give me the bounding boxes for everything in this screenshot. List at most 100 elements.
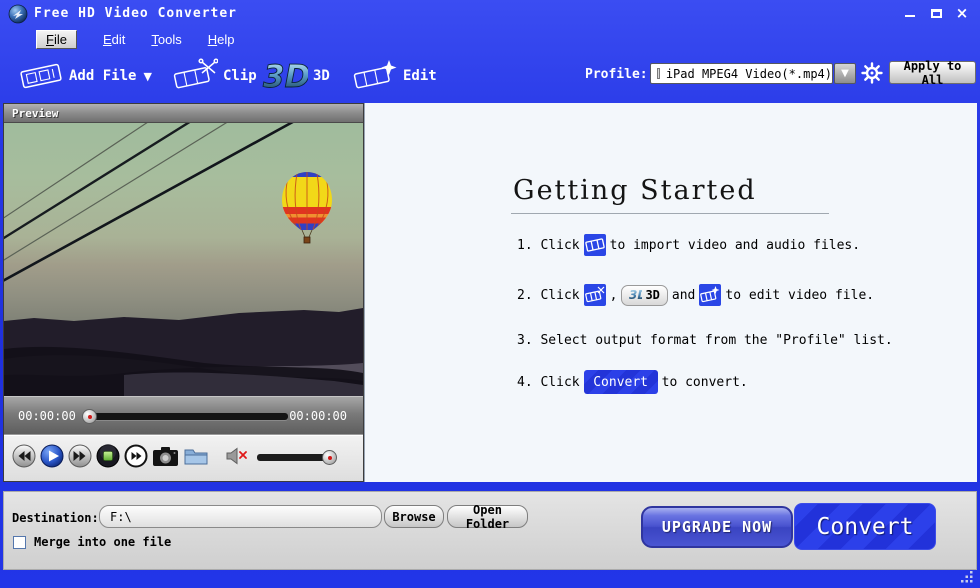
getting-started-panel: Getting Started 1. Click to import video… (364, 103, 977, 482)
seek-bar: 00:00:00 00:00:00 (4, 396, 363, 434)
menu-help[interactable]: Help (208, 32, 235, 47)
threed-logo-icon: 3D (262, 57, 308, 95)
app-logo-icon (8, 4, 28, 24)
minimize-button[interactable] (902, 6, 918, 20)
clip-scissors-icon (172, 58, 218, 94)
title-divider (511, 213, 829, 214)
fast-forward-button[interactable] (68, 444, 92, 468)
open-media-folder-button[interactable] (184, 444, 208, 468)
add-file-mini-button[interactable] (584, 234, 606, 256)
maximize-button[interactable] (928, 6, 944, 20)
video-preview-frame (4, 123, 363, 396)
convert-button[interactable]: Convert (794, 503, 936, 550)
title-bar: Free HD Video Converter × (0, 0, 980, 28)
step-4: 4. Click Convert to convert. (517, 370, 748, 394)
clip-mini-button[interactable] (584, 284, 606, 306)
merge-label: Merge into one file (34, 535, 171, 549)
gear-icon (863, 64, 882, 83)
step1-text-post: to import video and audio files. (610, 238, 860, 253)
menu-file[interactable]: File (36, 30, 77, 49)
edit-button[interactable]: Edit (352, 53, 437, 99)
clip-scissors-icon (584, 284, 606, 306)
snapshot-button[interactable] (152, 444, 179, 468)
profile-select[interactable]: iPad MPEG4 Video(*.mp4) (650, 63, 833, 84)
menu-edit[interactable]: Edit (103, 32, 125, 47)
stop-icon (104, 452, 113, 461)
getting-started-title: Getting Started (513, 175, 757, 206)
step4-text-pre: 4. Click (517, 375, 580, 390)
rewind-button[interactable] (12, 444, 36, 468)
menu-tools[interactable]: Tools (151, 32, 181, 47)
step2-text-post: to edit video file. (725, 288, 874, 303)
profile-selected-value: iPad MPEG4 Video(*.mp4) (666, 67, 832, 81)
resize-grip[interactable] (960, 570, 974, 584)
output-bar: Destination: Browse Open Folder Merge in… (3, 491, 977, 570)
minimize-icon (905, 15, 915, 17)
volume-thumb[interactable] (322, 450, 337, 465)
threed-mini-label: 3D (645, 288, 659, 302)
chevron-down-icon: ▼ (841, 68, 849, 79)
threed-mini-button[interactable]: 3D 3D (621, 285, 667, 306)
profile-label: Profile: (585, 67, 648, 82)
merge-checkbox[interactable] (13, 536, 26, 549)
menu-bar: File Edit Tools Help (36, 29, 234, 49)
svg-text:3D: 3D (263, 59, 308, 95)
play-button[interactable] (40, 444, 64, 468)
destination-label: Destination: (12, 511, 99, 525)
mute-button[interactable] (226, 447, 248, 465)
add-file-button[interactable]: Add File ▼ (18, 53, 152, 99)
open-folder-button[interactable]: Open Folder (447, 505, 528, 528)
edit-mini-button[interactable] (699, 284, 721, 306)
window-controls: × (902, 6, 970, 20)
current-time: 00:00:00 (18, 409, 76, 423)
step-3: 3. Select output format from the "Profil… (517, 333, 893, 348)
preview-panel-title: Preview (4, 104, 363, 123)
step4-text-post: to convert. (662, 375, 748, 390)
profile-dropdown-button[interactable]: ▼ (834, 63, 856, 84)
add-file-label: Add File (69, 68, 136, 84)
edit-wand-icon (352, 58, 398, 94)
seek-thumb[interactable] (82, 409, 97, 424)
browse-button[interactable]: Browse (384, 505, 444, 528)
film-strip-icon (18, 58, 64, 94)
step-2: 2. Click , 3D 3D (517, 284, 874, 306)
edit-wand-icon (699, 284, 721, 306)
convert-mini-button[interactable]: Convert (584, 370, 658, 394)
balloon-scene-image (4, 123, 363, 396)
seek-track[interactable] (88, 413, 288, 420)
clip-button[interactable]: Clip (172, 53, 257, 99)
star-icon (382, 60, 397, 75)
total-time: 00:00:00 (289, 409, 347, 423)
step-forward-button[interactable] (124, 444, 148, 468)
destination-input[interactable] (99, 505, 382, 528)
profile-settings-button[interactable] (861, 62, 883, 84)
threed-logo-icon: 3D (629, 288, 642, 302)
svg-text:3D: 3D (629, 288, 642, 302)
add-file-caret-icon: ▼ (143, 70, 151, 83)
step3-text: 3. Select output format from the "Profil… (517, 333, 893, 348)
edit-label: Edit (403, 68, 437, 84)
close-button[interactable]: × (954, 6, 970, 20)
step1-text-pre: 1. Click (517, 238, 580, 253)
apply-to-all-button[interactable]: Apply to All (889, 61, 976, 84)
playback-controls (4, 434, 363, 481)
close-icon: × (956, 6, 969, 20)
format-icon (657, 68, 660, 79)
app-window: Free HD Video Converter × File Edit Tool… (0, 0, 980, 588)
threed-button[interactable]: 3D 3D (262, 53, 330, 99)
toolbar: Add File ▼ Clip (0, 50, 980, 102)
threed-label: 3D (313, 68, 330, 84)
window-title: Free HD Video Converter (34, 6, 237, 21)
clip-label: Clip (223, 68, 257, 84)
preview-panel: Preview (3, 103, 364, 482)
star-icon (712, 286, 720, 294)
step2-comma: , (610, 288, 618, 303)
step2-and: and (672, 288, 695, 303)
volume-track[interactable] (257, 454, 331, 461)
upgrade-now-button[interactable]: UPGRADE NOW (641, 506, 793, 548)
film-strip-icon (584, 234, 606, 256)
maximize-icon (931, 9, 942, 18)
speaker-muted-icon (227, 449, 237, 464)
stop-button[interactable] (96, 444, 120, 468)
step-1: 1. Click to import video and audio files… (517, 234, 860, 256)
